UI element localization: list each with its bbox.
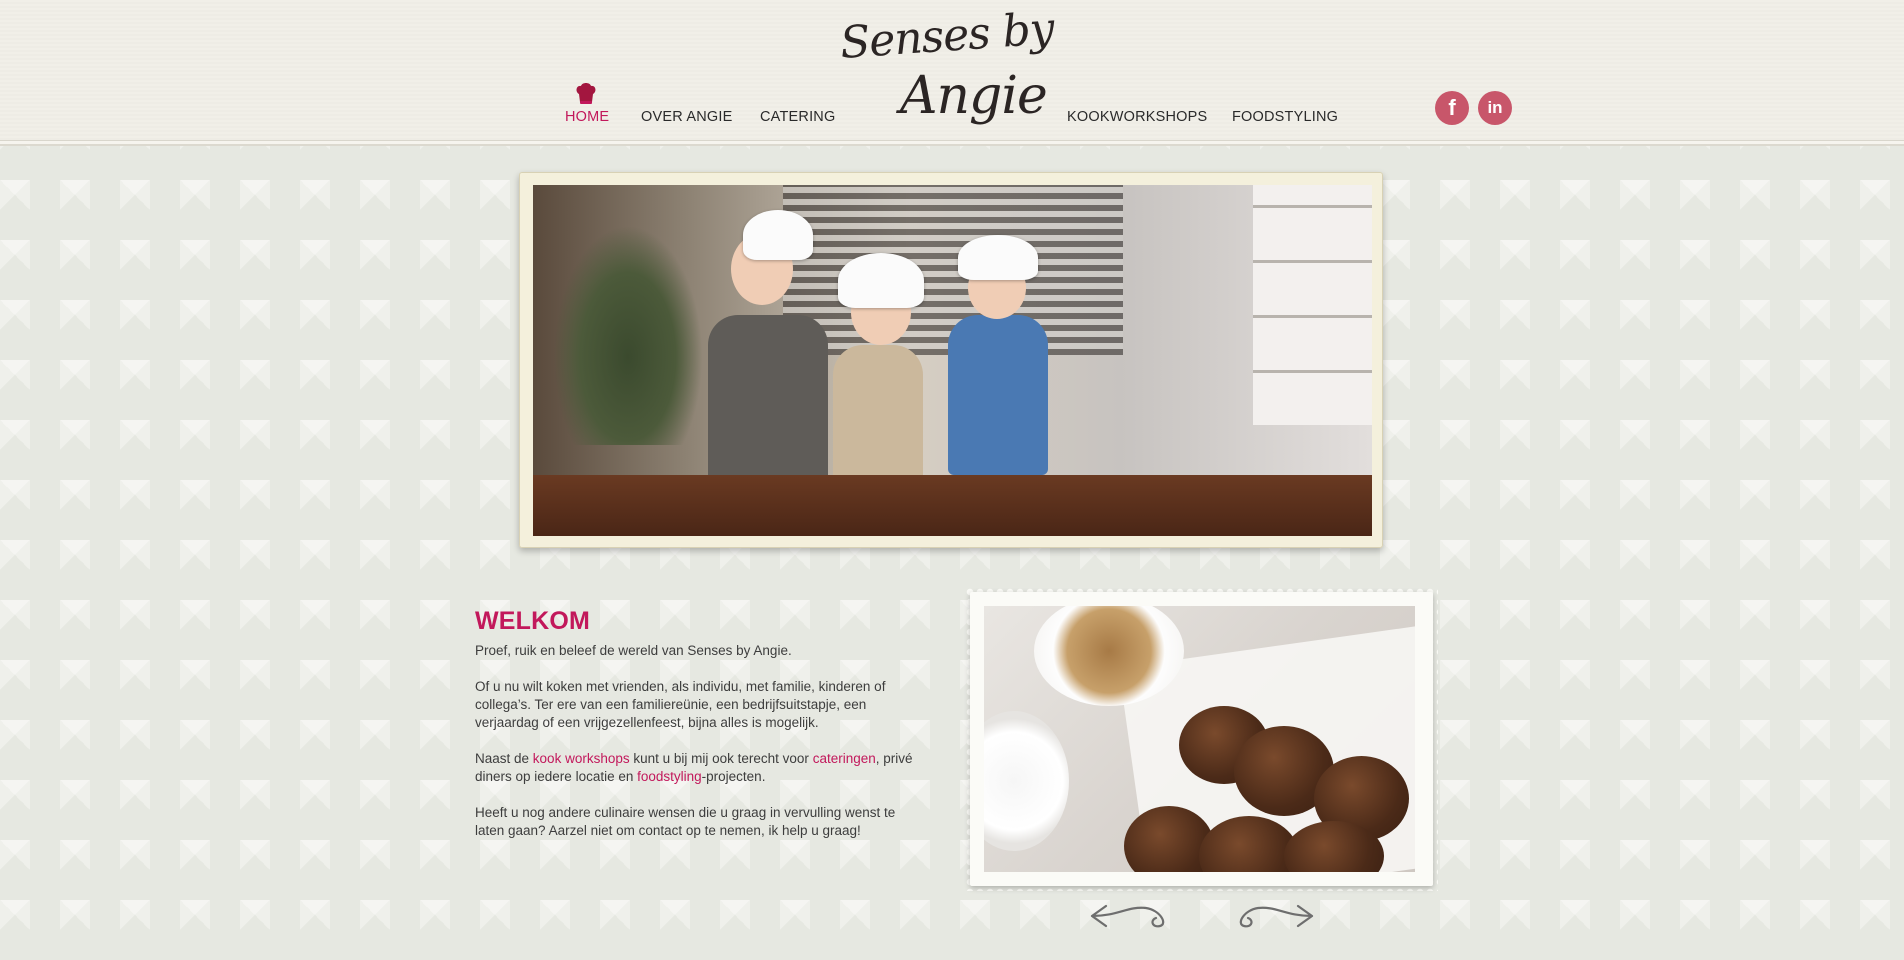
p3-text-b: kunt u bij mij ook terecht voor — [629, 751, 813, 766]
linkedin-icon[interactable]: in — [1478, 91, 1512, 125]
p3-text-a: Naast de — [475, 751, 533, 766]
arrow-right-icon[interactable] — [1212, 898, 1316, 932]
logo-text-line2: Angie — [900, 66, 1048, 126]
link-cateringen[interactable]: cateringen — [813, 751, 876, 766]
welcome-paragraph-4: Heeft u nog andere culinaire wensen die … — [475, 805, 896, 838]
hero-frame — [519, 172, 1383, 548]
logo-text-line1: Senses by — [838, 3, 1056, 70]
nav-catering[interactable]: CATERING — [760, 109, 835, 125]
welcome-text: Proef, ruik en beleef de wereld van Sens… — [475, 642, 920, 858]
welcome-paragraph-3: Naast de kook workshops kunt u bij mij o… — [475, 750, 920, 786]
site-logo[interactable]: Senses by Angie — [838, 3, 1056, 130]
food-photo-frame — [965, 587, 1438, 891]
welcome-paragraph-1: Proef, ruik en beleef de wereld van Sens… — [475, 643, 792, 658]
facebook-icon[interactable]: f — [1435, 91, 1469, 125]
nav-kookworkshops[interactable]: KOOKWORKSHOPS — [1067, 109, 1207, 125]
welcome-heading: WELKOM — [475, 606, 591, 635]
hero-image-kids-cooking — [533, 185, 1372, 536]
chef-hat-icon — [576, 83, 596, 104]
arrow-left-icon[interactable] — [1088, 898, 1192, 932]
welcome-paragraph-2: Of u nu wilt koken met vrienden, als ind… — [475, 679, 886, 730]
site-header: HOME OVER ANGIE CATERING Senses by Angie… — [0, 0, 1904, 141]
link-kook-workshops[interactable]: kook workshops — [533, 751, 630, 766]
nav-foodstyling[interactable]: FOODSTYLING — [1232, 109, 1338, 125]
nav-home[interactable]: HOME — [565, 109, 609, 125]
food-image-chocolate-treats — [984, 606, 1415, 872]
link-foodstyling[interactable]: foodstyling — [637, 769, 702, 784]
nav-over-angie[interactable]: OVER ANGIE — [641, 109, 732, 125]
p3-text-d: -projecten. — [701, 769, 766, 784]
